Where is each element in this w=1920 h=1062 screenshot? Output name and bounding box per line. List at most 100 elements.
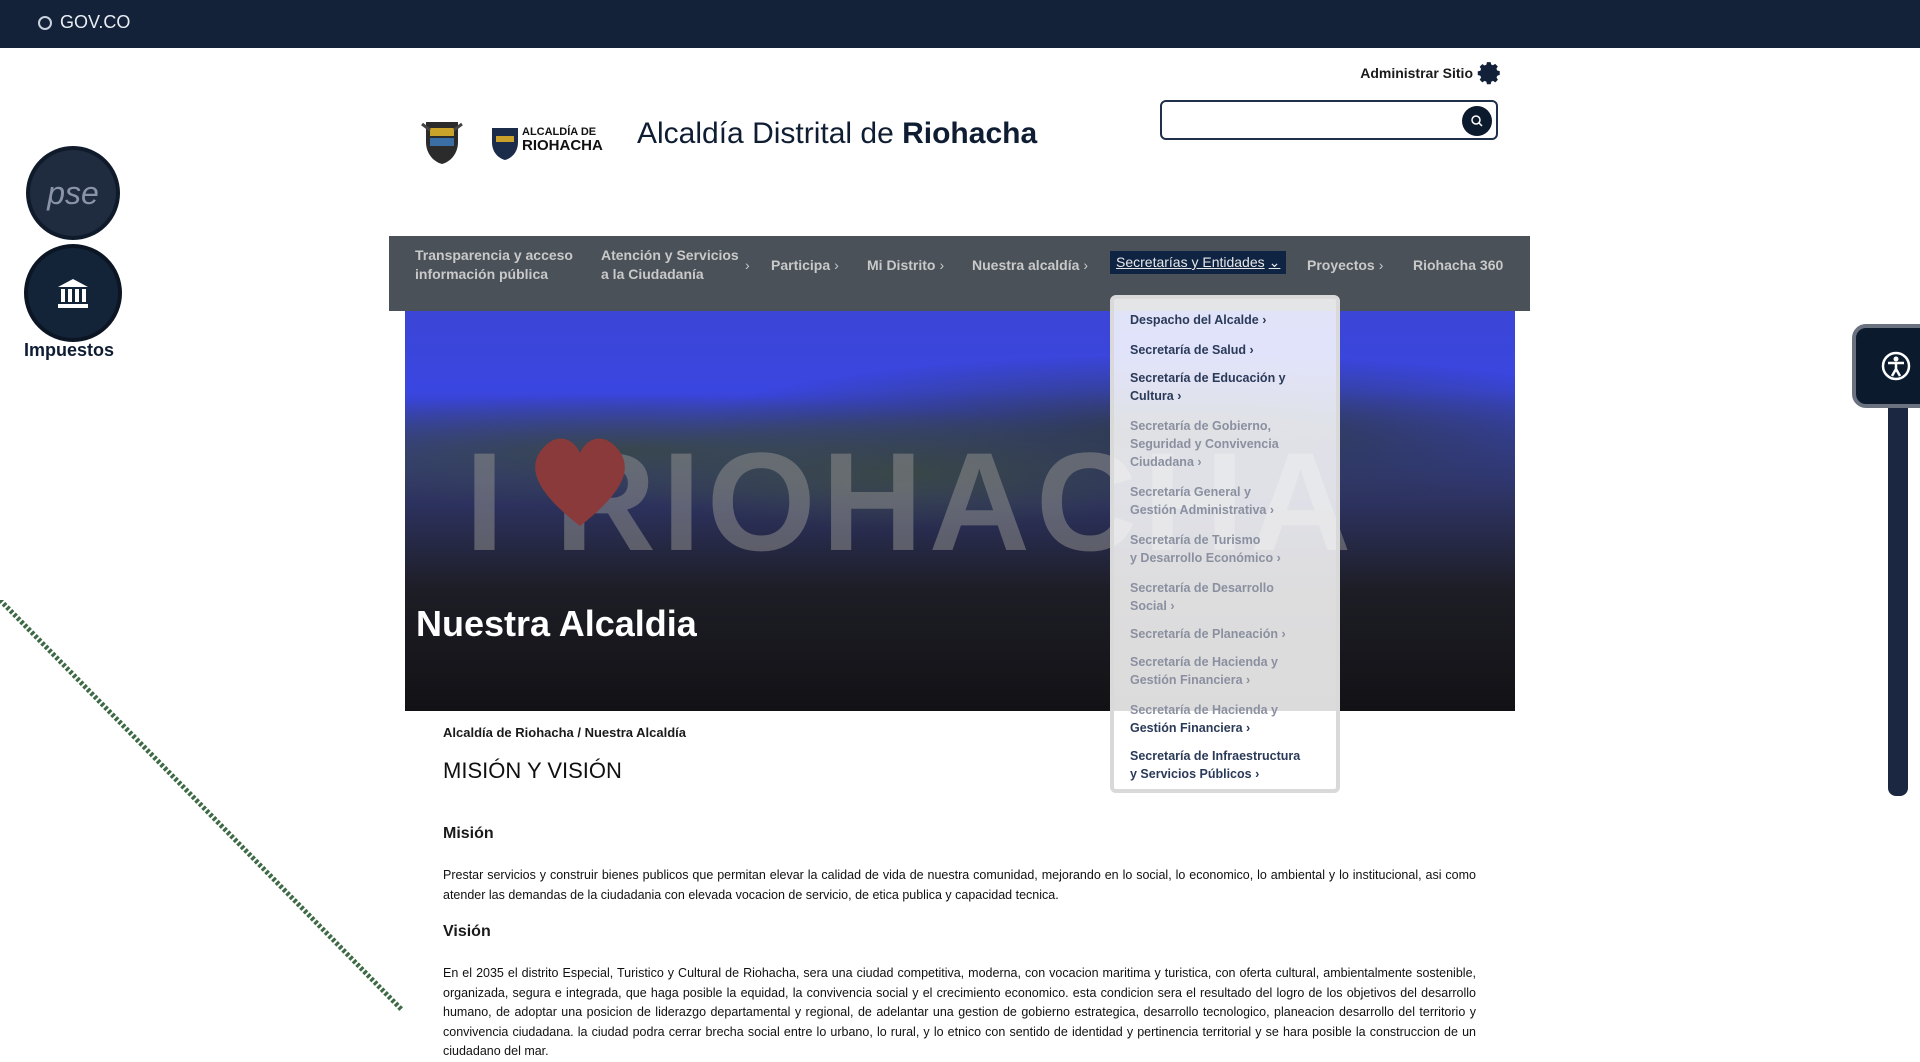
nav-item-participa[interactable]: Participa › bbox=[771, 256, 839, 275]
gov-co-label: GOV.CO bbox=[60, 12, 131, 32]
chevron-right-icon: › bbox=[1255, 767, 1260, 781]
accessibility-button[interactable] bbox=[1852, 324, 1920, 408]
nav-label: Participa bbox=[771, 257, 831, 273]
colombia-seal-icon bbox=[421, 122, 463, 164]
chevron-right-icon: › bbox=[745, 257, 750, 273]
alcaldia-logo[interactable]: ALCALDÍA DE RIOHACHA bbox=[490, 124, 604, 162]
page-title: MISIÓN Y VISIÓN bbox=[443, 758, 622, 783]
dropdown-item-label: Secretaría de Infraestructura bbox=[1130, 749, 1301, 763]
dropdown-item[interactable]: Secretaría de Turismo y Desarrollo Econó… bbox=[1130, 531, 1330, 567]
nav-label: Secretarías y Entidades bbox=[1116, 254, 1265, 270]
chevron-right-icon: › bbox=[1083, 257, 1089, 273]
nav-label-line1: Transparencia y acceso bbox=[415, 247, 573, 263]
dropdown-item-label: Secretaría de Gobierno, bbox=[1130, 419, 1272, 433]
dropdown-item[interactable]: Secretaría de Infraestructura y Servicio… bbox=[1130, 747, 1330, 783]
dropdown-item[interactable]: Secretaría de Salud › bbox=[1130, 341, 1330, 359]
chevron-right-icon: › bbox=[1246, 673, 1251, 687]
hero-title: Nuestra Alcaldia bbox=[416, 603, 697, 644]
main-nav: Transparencia y acceso información públi… bbox=[389, 236, 1530, 311]
nav-label-line2: a la Ciudadanía bbox=[601, 266, 704, 282]
dropdown-item-label: Secretaría de Salud bbox=[1130, 343, 1247, 357]
nav-label: Riohacha 360 bbox=[1413, 257, 1504, 273]
search-input[interactable] bbox=[1172, 102, 1456, 138]
dropdown-item-label: Despacho del Alcalde bbox=[1130, 313, 1259, 327]
accessibility-rail bbox=[1888, 400, 1908, 796]
site-title-bold: Riohacha bbox=[902, 117, 1038, 150]
dropdown-item-label: Secretaría de Planeación bbox=[1130, 627, 1278, 641]
nav-item-proyectos[interactable]: Proyectos › bbox=[1307, 256, 1383, 275]
dropdown-item-label-line2: Gestión Financiera bbox=[1130, 673, 1243, 687]
chevron-right-icon: › bbox=[834, 257, 839, 273]
taxes-button[interactable] bbox=[28, 248, 118, 338]
breadcrumb[interactable]: Alcaldía de Riohacha / Nuestra Alcaldía bbox=[443, 725, 686, 740]
search-box bbox=[1160, 100, 1498, 140]
dropdown-item-label: Secretaría de Desarrollo bbox=[1130, 581, 1274, 595]
dropdown-item-label-line2: Gestión Financiera bbox=[1130, 721, 1243, 735]
dropdown-item-label-line2: y Servicios Públicos bbox=[1130, 767, 1252, 781]
gov-co-link[interactable]: GOV.CO bbox=[38, 12, 130, 33]
dropdown-item-label: Secretaría de Hacienda y bbox=[1130, 703, 1278, 717]
nav-item-nuestra-alcaldia[interactable]: Nuestra alcaldía › bbox=[972, 256, 1088, 275]
chevron-right-icon: › bbox=[1249, 343, 1254, 357]
dropdown-item[interactable]: Secretaría de Educación y Cultura › bbox=[1130, 369, 1330, 405]
nav-item-transparencia[interactable]: Transparencia y acceso información públi… bbox=[415, 246, 573, 284]
taxes-label[interactable]: Impuestos bbox=[24, 340, 114, 361]
chevron-right-icon: › bbox=[1262, 313, 1267, 327]
hero-banner: I RIOHACHA Nuestra Alcaldia bbox=[405, 311, 1515, 711]
chevron-right-icon: › bbox=[1378, 257, 1384, 273]
logo-text-line2: RIOHACHA bbox=[522, 137, 603, 154]
nav-item-atencion[interactable]: Atención y Servicios a la Ciudadanía bbox=[601, 246, 739, 284]
nav-label: Nuestra alcaldía bbox=[972, 257, 1080, 273]
search-button[interactable] bbox=[1462, 106, 1492, 136]
vision-text: En el 2035 el distrito Especial, Turisti… bbox=[443, 966, 1476, 1058]
chevron-right-icon: › bbox=[1276, 551, 1281, 565]
dropdown-item[interactable]: Secretaría General y Gestión Administrat… bbox=[1130, 483, 1330, 519]
admin-site-label: Administrar Sitio bbox=[1360, 65, 1473, 81]
decorative-diagonal-line bbox=[0, 600, 404, 1012]
admin-site-link[interactable]: Administrar Sitio bbox=[1360, 60, 1503, 86]
nav-label: Proyectos bbox=[1307, 257, 1375, 273]
pse-label: pse bbox=[47, 174, 99, 211]
mision-text: Prestar servicios y construir bienes pub… bbox=[443, 868, 1476, 902]
heart-icon bbox=[535, 438, 625, 526]
chevron-down-icon: ⌄ bbox=[1268, 254, 1281, 270]
nav-label-line1: Atención y Servicios bbox=[601, 247, 739, 263]
dropdown-item-label: Secretaría General y bbox=[1130, 485, 1251, 499]
dropdown-item-label-line2: Cultura bbox=[1130, 389, 1174, 403]
chevron-right-icon: › bbox=[1170, 599, 1175, 613]
chevron-right-icon: › bbox=[1177, 389, 1182, 403]
dropdown-item-label: Secretaría de Hacienda y bbox=[1130, 655, 1278, 669]
dropdown-item-label: Secretaría de Turismo bbox=[1130, 533, 1261, 547]
shield-icon bbox=[492, 128, 518, 160]
bank-icon bbox=[58, 279, 88, 308]
dropdown-item[interactable]: Secretaría de Planeación › bbox=[1130, 625, 1330, 643]
chevron-right-icon: › bbox=[1246, 721, 1251, 735]
vision-heading: Visión bbox=[443, 923, 491, 940]
mision-heading: Misión bbox=[443, 825, 494, 842]
accessibility-icon bbox=[1881, 351, 1911, 381]
dropdown-item[interactable]: Secretaría de Hacienda y Gestión Financi… bbox=[1130, 701, 1330, 737]
site-title-prefix: Alcaldía Distrital de bbox=[637, 117, 903, 150]
dropdown-item-label-line2: Gestión Administrativa bbox=[1130, 503, 1267, 517]
dropdown-item[interactable]: Despacho del Alcalde › bbox=[1130, 311, 1330, 329]
dropdown-item-label-line2: Seguridad y Convivencia bbox=[1130, 437, 1279, 451]
dropdown-item[interactable]: Secretaría de Desarrollo Social › bbox=[1130, 579, 1330, 615]
chevron-right-icon: › bbox=[1281, 627, 1286, 641]
nav-item-mi-distrito[interactable]: Mi Distrito › bbox=[867, 256, 944, 275]
nav-label-line2: información pública bbox=[415, 266, 549, 282]
site-title[interactable]: Alcaldía Distrital de Riohacha bbox=[637, 117, 1037, 151]
secretarias-dropdown: Despacho del Alcalde › Secretaría de Sal… bbox=[1110, 295, 1340, 793]
search-icon bbox=[1471, 115, 1483, 127]
chevron-right-icon: › bbox=[1269, 503, 1275, 517]
dropdown-item-label-line2: y Desarrollo Económico bbox=[1130, 551, 1274, 565]
dropdown-item-label: Secretaría de Educación y bbox=[1130, 371, 1286, 385]
pse-button[interactable]: pse bbox=[30, 150, 116, 236]
nav-item-secretarias[interactable]: Secretarías y Entidades ⌄ bbox=[1110, 251, 1287, 274]
gov-top-bar: GOV.CO bbox=[0, 0, 1920, 48]
dropdown-item[interactable]: Secretaría de Gobierno, Seguridad y Conv… bbox=[1130, 417, 1330, 471]
nav-item-riohacha-360[interactable]: Riohacha 360 bbox=[1413, 256, 1503, 275]
nav-label: Mi Distrito bbox=[867, 257, 936, 273]
chevron-right-icon: › bbox=[1197, 455, 1202, 469]
dropdown-item-label-line3: Ciudadana bbox=[1130, 455, 1194, 469]
dropdown-item[interactable]: Secretaría de Hacienda y Gestión Financi… bbox=[1130, 653, 1330, 689]
